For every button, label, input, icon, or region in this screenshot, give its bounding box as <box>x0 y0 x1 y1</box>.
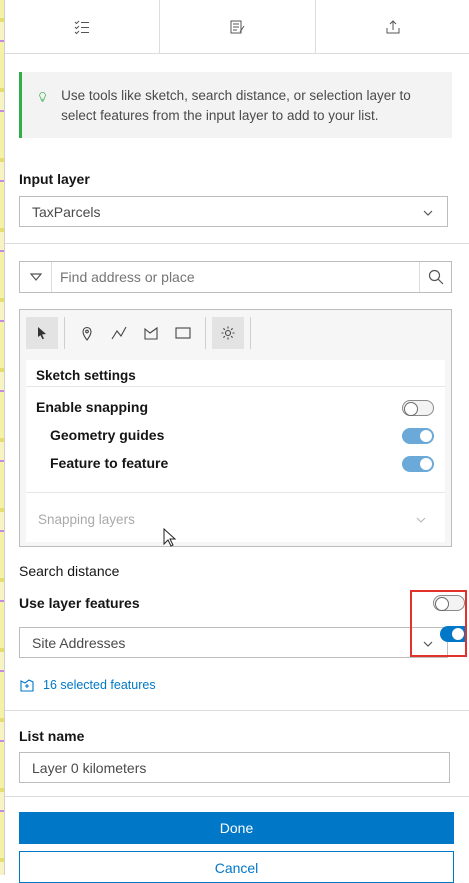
polyline-icon <box>111 326 127 340</box>
sketch-settings-title: Sketch settings <box>36 368 136 383</box>
enable-snapping-toggle[interactable] <box>402 400 434 416</box>
input-layer-select[interactable]: TaxParcels <box>19 196 448 227</box>
feature-to-feature-label: Feature to feature <box>50 455 169 471</box>
rectangle-tool[interactable] <box>167 317 199 349</box>
mouse-cursor-icon <box>163 528 177 547</box>
settings-icon <box>221 326 235 340</box>
chevron-down-icon <box>416 517 426 523</box>
selected-features-link[interactable]: 16 selected features <box>19 677 156 693</box>
enable-snapping-label: Enable snapping <box>36 399 149 415</box>
input-layer-label: Input layer <box>19 171 90 187</box>
divider <box>5 796 469 797</box>
toolbar-separator <box>64 317 65 349</box>
polygon-icon <box>144 326 158 340</box>
chevron-down-icon <box>423 210 433 216</box>
feature-to-feature-toggle[interactable] <box>402 456 434 472</box>
select-features-panel: Use tools like sketch, search distance, … <box>4 0 469 883</box>
layer-select-value: Site Addresses <box>32 634 126 651</box>
geometry-guides-toggle[interactable] <box>402 428 434 444</box>
notice-text: Use tools like sketch, search distance, … <box>61 88 411 123</box>
divider <box>26 386 445 387</box>
info-notice: Use tools like sketch, search distance, … <box>19 72 452 138</box>
use-layer-features-label: Use layer features <box>19 595 140 611</box>
polyline-tool[interactable] <box>103 317 135 349</box>
selected-features-icon <box>20 679 34 692</box>
lightbulb-icon <box>39 92 46 102</box>
tab-bar <box>5 0 469 54</box>
polygon-tool[interactable] <box>135 317 167 349</box>
search-input[interactable] <box>52 262 419 292</box>
export-icon <box>386 19 400 33</box>
edit-list-icon <box>230 20 245 33</box>
layer-select[interactable]: Site Addresses <box>19 627 448 658</box>
sketch-settings-panel: Sketch settings Enable snapping Geometry… <box>26 360 445 542</box>
snapping-layers-label: Snapping layers <box>38 512 135 527</box>
tab-export[interactable] <box>316 0 469 53</box>
search-button[interactable] <box>419 262 451 292</box>
checklist-icon <box>74 20 90 34</box>
rectangle-icon <box>175 327 191 339</box>
list-name-label: List name <box>19 728 85 744</box>
geometry-guides-label: Geometry guides <box>50 427 165 443</box>
point-icon <box>82 326 92 341</box>
tab-edit[interactable] <box>160 0 316 53</box>
sketch-toolbar <box>20 310 451 356</box>
input-layer-value: TaxParcels <box>32 203 101 220</box>
list-name-input[interactable]: Layer 0 kilometers <box>19 752 450 783</box>
done-button[interactable]: Done <box>19 812 454 844</box>
toolbar-separator <box>250 317 251 349</box>
list-name-value: Layer 0 kilometers <box>32 759 147 776</box>
toolbar-separator <box>205 317 206 349</box>
search-icon <box>428 269 443 285</box>
sketch-widget: Sketch settings Enable snapping Geometry… <box>19 309 452 547</box>
highlight-box <box>410 590 467 657</box>
search-widget <box>19 261 452 293</box>
divider <box>5 243 469 244</box>
divider <box>5 710 469 711</box>
select-tool[interactable] <box>26 317 58 349</box>
select-icon <box>38 327 46 340</box>
search-source-button[interactable] <box>20 262 52 292</box>
search-distance-label: Search distance <box>19 563 120 579</box>
caret-down-icon <box>29 273 42 281</box>
settings-tool[interactable] <box>212 317 244 349</box>
cancel-button[interactable]: Cancel <box>19 851 454 883</box>
tab-list[interactable] <box>5 0 161 53</box>
selected-features-text: 16 selected features <box>43 678 156 692</box>
point-tool[interactable] <box>71 317 103 349</box>
snapping-layers-section[interactable]: Snapping layers <box>26 493 445 542</box>
